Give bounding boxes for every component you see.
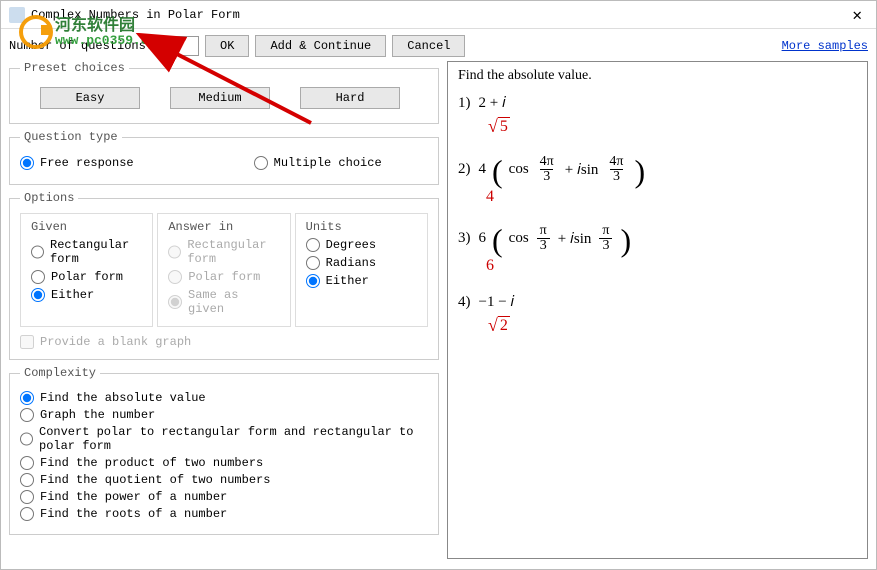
problem-3: 3) 6 ( cos π3 + 𝑖sin π3 ): [458, 224, 857, 253]
answerin-group: Answer in Rectangular form Polar form Sa…: [157, 213, 290, 327]
window-title: Complex Numbers in Polar Form: [31, 8, 240, 22]
more-samples-link[interactable]: More samples: [782, 39, 868, 53]
lparen-icon: (: [492, 157, 503, 186]
complexity-absvalue[interactable]: Find the absolute value: [20, 391, 428, 405]
given-group: Given Rectangular form Polar form Either: [20, 213, 153, 327]
given-either-radio[interactable]: Either: [31, 288, 142, 302]
answer-1: 5: [486, 116, 857, 137]
complexity-roots[interactable]: Find the roots of a number: [20, 507, 428, 521]
units-rad-radio[interactable]: Radians: [306, 256, 417, 270]
units-group: Units Degrees Radians Either: [295, 213, 428, 327]
answer-2: 4: [486, 188, 857, 206]
units-either-radio[interactable]: Either: [306, 274, 417, 288]
options-group: Options Given Rectangular form Polar for…: [9, 191, 439, 360]
close-icon[interactable]: ✕: [846, 5, 868, 25]
preset-choices-group: Preset choices Easy Medium Hard: [9, 61, 439, 124]
answerin-rect-radio: Rectangular form: [168, 238, 279, 266]
complexity-legend: Complexity: [20, 366, 100, 380]
app-icon: [9, 7, 25, 23]
options-legend: Options: [20, 191, 78, 205]
hard-button[interactable]: Hard: [300, 87, 400, 109]
complexity-group: Complexity Find the absolute value Graph…: [9, 366, 439, 535]
preset-legend: Preset choices: [20, 61, 129, 75]
easy-button[interactable]: Easy: [40, 87, 140, 109]
rparen-icon: ): [621, 226, 632, 255]
answerin-same-radio: Same as given: [168, 288, 279, 316]
problem-1: 1) 2 + 𝑖: [458, 94, 857, 112]
units-deg-radio[interactable]: Degrees: [306, 238, 417, 252]
ok-button[interactable]: OK: [205, 35, 249, 57]
free-response-radio[interactable]: Free response: [20, 156, 134, 170]
question-type-group: Question type Free response Multiple cho…: [9, 130, 439, 185]
given-rect-radio[interactable]: Rectangular form: [31, 238, 142, 266]
problem-4: 4) −1 − 𝑖: [458, 293, 857, 311]
answer-3: 6: [486, 257, 857, 275]
rparen-icon: ): [635, 157, 646, 186]
medium-button[interactable]: Medium: [170, 87, 270, 109]
answer-4: 2: [486, 315, 857, 336]
blank-graph-check: Provide a blank graph: [20, 335, 428, 349]
multiple-choice-radio[interactable]: Multiple choice: [254, 156, 382, 170]
num-questions-label: Number of questions:: [9, 39, 153, 53]
lparen-icon: (: [492, 226, 503, 255]
complexity-graph[interactable]: Graph the number: [20, 408, 428, 422]
preview-title: Find the absolute value.: [458, 68, 857, 84]
num-questions-input[interactable]: [159, 36, 199, 56]
problem-2: 2) 4 ( cos 4π3 + 𝑖sin 4π3 ): [458, 155, 857, 184]
preview-panel: Find the absolute value. 1) 2 + 𝑖 5 2) 4…: [447, 61, 868, 559]
complexity-quotient[interactable]: Find the quotient of two numbers: [20, 473, 428, 487]
qtype-legend: Question type: [20, 130, 122, 144]
complexity-power[interactable]: Find the power of a number: [20, 490, 428, 504]
answerin-polar-radio: Polar form: [168, 270, 279, 284]
cancel-button[interactable]: Cancel: [392, 35, 465, 57]
complexity-product[interactable]: Find the product of two numbers: [20, 456, 428, 470]
complexity-convert[interactable]: Convert polar to rectangular form and re…: [20, 425, 428, 453]
add-continue-button[interactable]: Add & Continue: [255, 35, 386, 57]
given-polar-radio[interactable]: Polar form: [31, 270, 142, 284]
